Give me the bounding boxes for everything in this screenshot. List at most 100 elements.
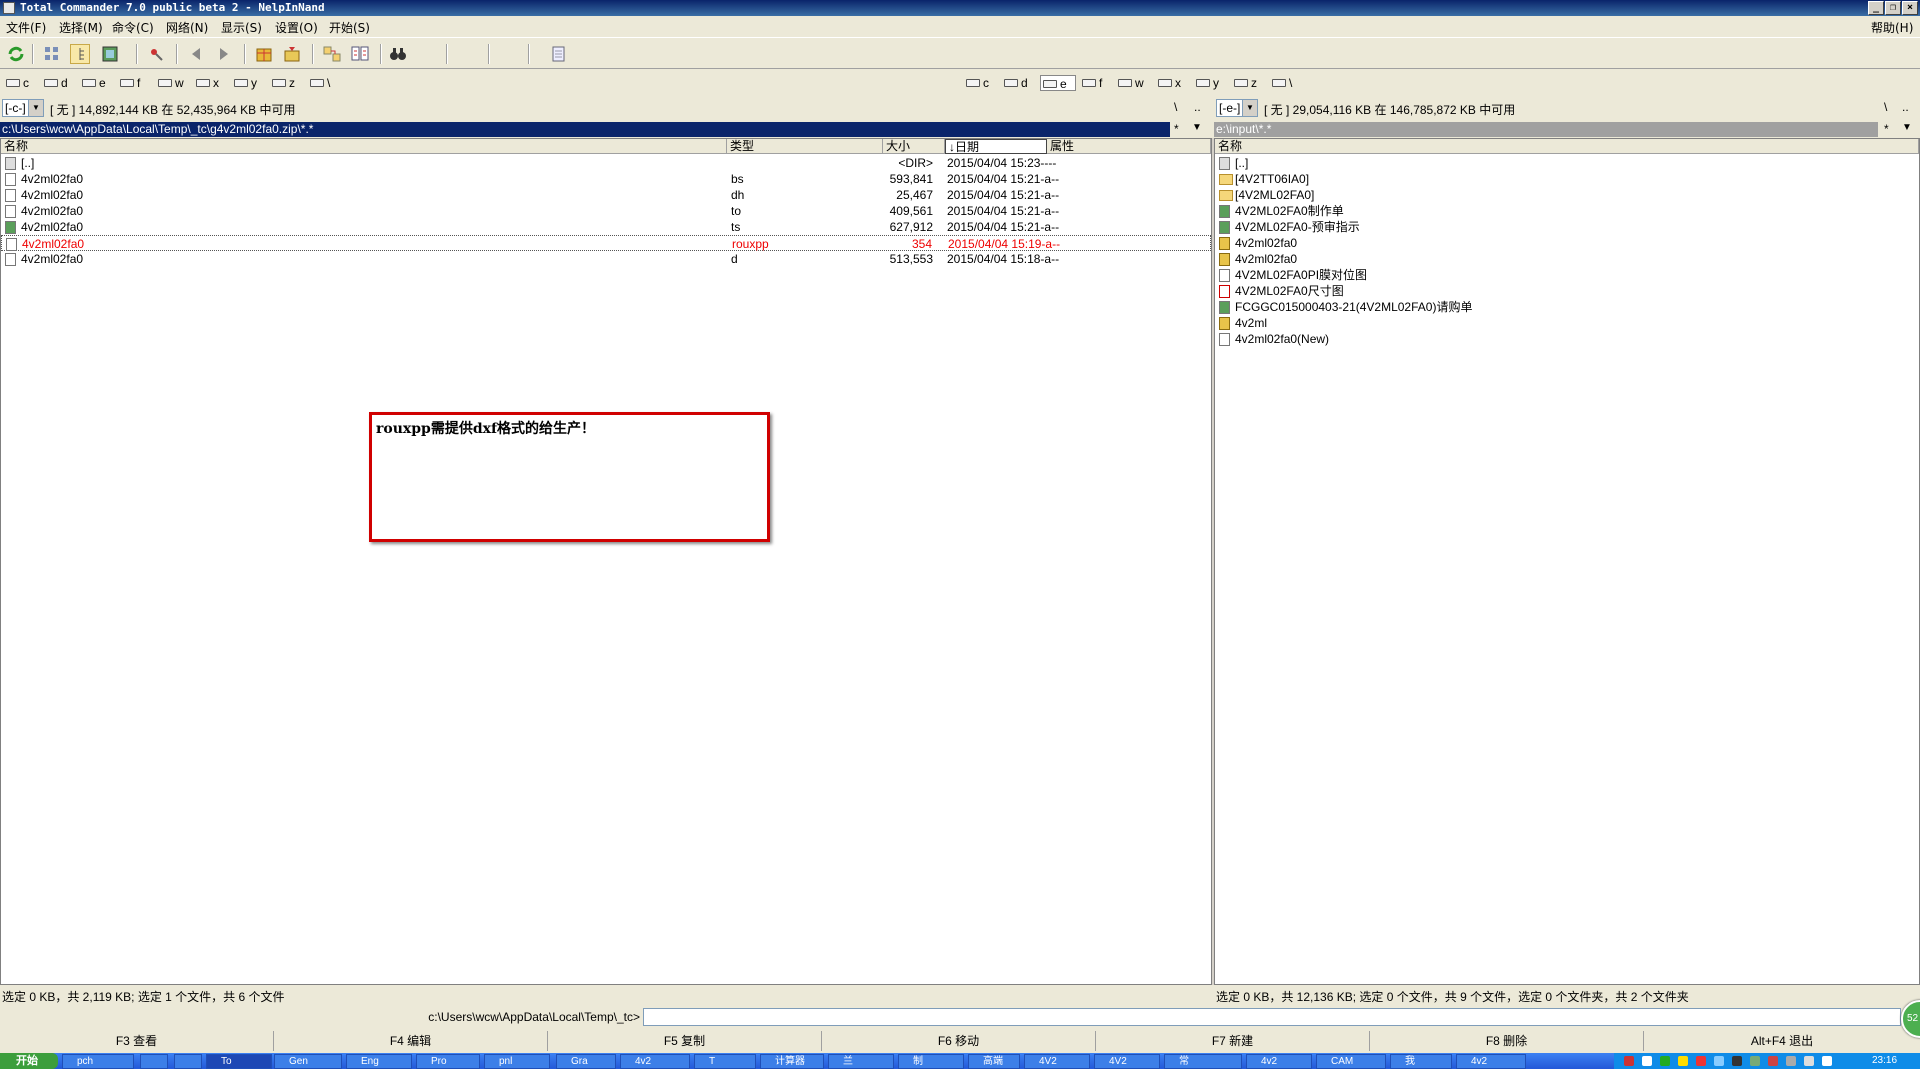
drive-button-w[interactable]: w xyxy=(156,75,194,91)
right-filter-button[interactable]: * xyxy=(1884,122,1889,136)
tray-app-icon[interactable] xyxy=(1786,1056,1796,1066)
drive-button-c[interactable]: c xyxy=(964,75,1000,91)
icons-view-icon[interactable] xyxy=(42,44,62,64)
tray-app-icon[interactable] xyxy=(1660,1056,1670,1066)
menu-start[interactable]: 开始(S) xyxy=(329,19,370,36)
table-row[interactable]: 4V2ML02FA0PI膜对位图 xyxy=(1215,267,1919,283)
tray-app-icon[interactable] xyxy=(1768,1056,1778,1066)
back-icon[interactable] xyxy=(186,44,206,64)
table-row[interactable]: 4V2ML02FA0尺寸图 xyxy=(1215,283,1919,299)
left-drive-combo[interactable]: [-c-] ▼ xyxy=(2,99,44,117)
taskbar-button[interactable]: T xyxy=(694,1054,756,1069)
table-row[interactable]: 4v2ml xyxy=(1215,315,1919,331)
taskbar-button[interactable]: pnl xyxy=(484,1054,550,1069)
tray-app-icon[interactable] xyxy=(1642,1056,1652,1066)
taskbar-button[interactable]: 4v2 xyxy=(1246,1054,1312,1069)
drive-button-d[interactable]: d xyxy=(1002,75,1036,91)
table-row[interactable]: [4V2TT06IA0] xyxy=(1215,171,1919,187)
column-header-type[interactable]: 类型 xyxy=(727,139,883,154)
tray-app-icon[interactable] xyxy=(1732,1056,1742,1066)
right-root-button[interactable]: \ xyxy=(1884,100,1887,114)
drive-button-w[interactable]: w xyxy=(1116,75,1154,91)
table-row[interactable]: [..] <DIR> 2015/04/04 15:23---- xyxy=(1,155,1211,171)
tray-app-icon[interactable] xyxy=(1714,1056,1724,1066)
app-icon[interactable] xyxy=(3,2,15,14)
f5-copy-button[interactable]: F5 复制 xyxy=(548,1031,822,1051)
clock[interactable]: 23:16 xyxy=(1872,1053,1897,1069)
left-history-chevron-icon[interactable]: ▼ xyxy=(1192,122,1202,133)
taskbar-button[interactable]: 兰 xyxy=(828,1054,894,1069)
tray-app-icon[interactable] xyxy=(1750,1056,1760,1066)
notepad-icon[interactable] xyxy=(548,44,568,64)
unpack-files-icon[interactable] xyxy=(282,44,302,64)
right-drive-combo[interactable]: [-e-] ▼ xyxy=(1216,99,1258,117)
column-header-attr[interactable]: 属性 xyxy=(1047,139,1211,154)
right-file-panel[interactable]: 名称 [..] [4V2TT06IA0] [4V2ML02FA0] 4V2ML02FA… xyxy=(1214,138,1920,985)
taskbar-button[interactable]: 计算器 xyxy=(760,1054,824,1069)
title-bar[interactable]: Total Commander 7.0 public beta 2 - Nelp… xyxy=(0,0,1920,16)
table-row[interactable]: FCGGC015000403-21(4V2ML02FA0)请购单 xyxy=(1215,299,1919,315)
f8-delete-button[interactable]: F8 删除 xyxy=(1370,1031,1644,1051)
menu-commands[interactable]: 命令(C) xyxy=(112,19,154,36)
table-row[interactable]: 4v2ml02fa0 xyxy=(1215,235,1919,251)
menu-net[interactable]: 网络(N) xyxy=(166,19,208,36)
column-header-date[interactable]: ↓日期 xyxy=(945,139,1047,154)
taskbar-button[interactable]: Eng xyxy=(346,1054,412,1069)
taskbar-button[interactable]: 4V2 xyxy=(1094,1054,1160,1069)
table-row[interactable]: 4v2ml02fa0 xyxy=(1215,251,1919,267)
drive-button-e[interactable]: e xyxy=(1040,75,1076,91)
table-row[interactable]: 4v2ml02fa0 rouxpp 354 2015/04/04 15:19-a-- xyxy=(1,235,1211,251)
drive-button-c[interactable]: c xyxy=(4,75,40,91)
start-button[interactable]: 开始 xyxy=(0,1053,58,1069)
left-filter-button[interactable]: * xyxy=(1174,122,1179,136)
taskbar-button[interactable]: Pro xyxy=(416,1054,480,1069)
minimize-button[interactable]: _ xyxy=(1868,1,1884,15)
chevron-down-icon[interactable]: ▼ xyxy=(28,100,43,116)
taskbar-button[interactable]: 4V2 xyxy=(1024,1054,1090,1069)
right-up-button[interactable]: .. xyxy=(1902,100,1909,114)
close-button[interactable]: × xyxy=(1902,1,1918,15)
drive-button-network[interactable]: \ xyxy=(1270,75,1304,91)
find-icon[interactable] xyxy=(388,44,408,64)
taskbar-button[interactable]: 4v2 xyxy=(1456,1054,1526,1069)
refresh-icon[interactable] xyxy=(6,44,26,64)
right-history-chevron-icon[interactable]: ▼ xyxy=(1902,122,1912,133)
drive-button-e[interactable]: e xyxy=(80,75,114,91)
drive-button-x[interactable]: x xyxy=(194,75,228,91)
menu-file[interactable]: 文件(F) xyxy=(6,19,46,36)
column-header-name[interactable]: 名称 xyxy=(1215,139,1919,154)
pack-icon[interactable] xyxy=(146,44,166,64)
taskbar-button[interactable] xyxy=(140,1054,168,1069)
table-row[interactable]: 4v2ml02fa0 to 409,561 2015/04/04 15:21-a-- xyxy=(1,203,1211,219)
table-row[interactable]: 4v2ml02fa0(New) xyxy=(1215,331,1919,347)
right-path-bar[interactable]: e:\input\*.* xyxy=(1214,122,1878,137)
sync-dirs-icon[interactable] xyxy=(322,44,342,64)
forward-icon[interactable] xyxy=(214,44,234,64)
table-row[interactable]: [4V2ML02FA0] xyxy=(1215,187,1919,203)
alt-f4-exit-button[interactable]: Alt+F4 退出 xyxy=(1644,1031,1920,1051)
restore-button[interactable]: ❐ xyxy=(1885,1,1901,15)
table-row[interactable]: 4v2ml02fa0 d 513,553 2015/04/04 15:18-a-- xyxy=(1,251,1211,267)
tray-app-icon[interactable] xyxy=(1624,1056,1634,1066)
menu-show[interactable]: 显示(S) xyxy=(221,19,262,36)
drive-button-z[interactable]: z xyxy=(270,75,304,91)
left-file-panel[interactable]: 名称 类型 大小 ↓日期 属性 [..] <DIR> 2015/04/04 15:2… xyxy=(0,138,1212,985)
left-up-button[interactable]: .. xyxy=(1194,100,1201,114)
f4-edit-button[interactable]: F4 编辑 xyxy=(274,1031,548,1051)
command-line-input[interactable] xyxy=(643,1008,1901,1026)
taskbar-button[interactable] xyxy=(174,1054,202,1069)
drive-button-z[interactable]: z xyxy=(1232,75,1266,91)
table-row[interactable]: 4V2ML02FA0-预审指示 xyxy=(1215,219,1919,235)
taskbar-button[interactable]: 高端 xyxy=(968,1054,1020,1069)
column-header-size[interactable]: 大小 xyxy=(883,139,945,154)
drive-button-f[interactable]: f xyxy=(1080,75,1114,91)
f7-new-folder-button[interactable]: F7 新建 xyxy=(1096,1031,1370,1051)
table-row[interactable]: 4v2ml02fa0 dh 25,467 2015/04/04 15:21-a-- xyxy=(1,187,1211,203)
table-row[interactable]: [..] xyxy=(1215,155,1919,171)
pack-files-icon[interactable] xyxy=(254,44,274,64)
f6-move-button[interactable]: F6 移动 xyxy=(822,1031,1096,1051)
table-row[interactable]: 4v2ml02fa0 bs 593,841 2015/04/04 15:21-a-- xyxy=(1,171,1211,187)
table-row[interactable]: 4V2ML02FA0制作单 xyxy=(1215,203,1919,219)
menu-select[interactable]: 选择(M) xyxy=(59,19,103,36)
taskbar-button[interactable]: To xyxy=(206,1054,272,1069)
